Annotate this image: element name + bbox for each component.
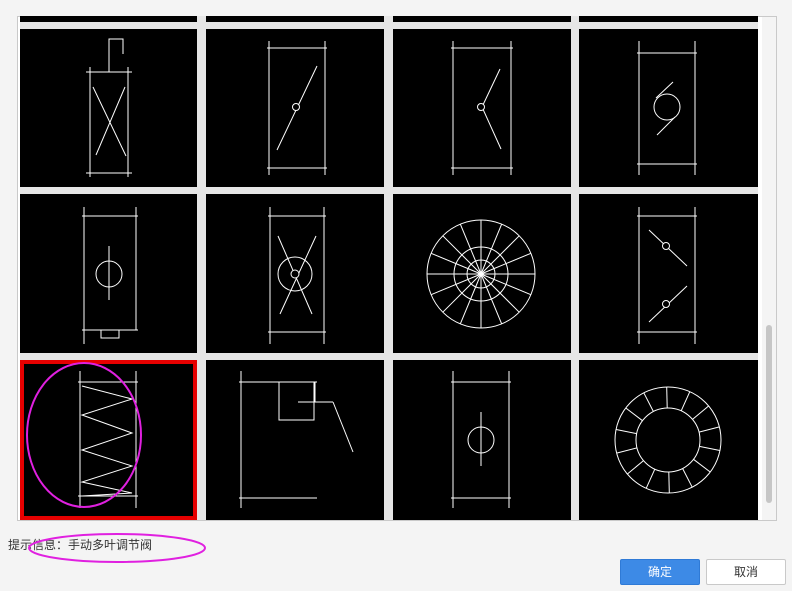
symbol-grid[interactable] bbox=[20, 16, 758, 520]
damper-actuator-x-icon bbox=[86, 38, 132, 177]
ring-blade-line bbox=[668, 471, 670, 494]
symbol-cell[interactable] bbox=[393, 194, 571, 353]
symbol-cell[interactable] bbox=[20, 194, 197, 353]
radial-blade-fan-icon bbox=[426, 219, 536, 329]
symbol-picker-dialog: 提示信息：手动多叶调节阀 确定 取消 bbox=[0, 0, 792, 591]
damper-x-circle-icon bbox=[268, 207, 326, 344]
damper-circle-rotary-icon bbox=[637, 41, 697, 175]
ring-blade-line bbox=[693, 458, 711, 473]
ring-blade-line bbox=[682, 468, 693, 488]
ring-blade-line bbox=[680, 391, 691, 412]
symbol-cell[interactable] bbox=[579, 360, 758, 520]
fan-blade-line bbox=[442, 273, 482, 313]
ring-blade-line bbox=[645, 468, 656, 489]
symbol-cell[interactable] bbox=[206, 16, 384, 22]
symbol-cell[interactable] bbox=[393, 16, 571, 22]
manual-multi-blade-damper-icon bbox=[78, 371, 138, 508]
symbol-cell[interactable] bbox=[393, 360, 571, 520]
hint-label: 提示信息： bbox=[8, 538, 69, 552]
ring-blade-line bbox=[698, 426, 720, 433]
fan-blade-line bbox=[480, 273, 520, 313]
ring-blade-line bbox=[627, 460, 644, 475]
symbol-cell[interactable] bbox=[206, 194, 384, 353]
symbol-cell[interactable] bbox=[206, 29, 384, 187]
ring-blade-line bbox=[625, 407, 643, 422]
hint-info: 提示信息：手动多叶调节阀 bbox=[8, 536, 152, 553]
damper-small-circle-icon bbox=[451, 371, 511, 508]
hint-value: 手动多叶调节阀 bbox=[68, 538, 153, 552]
symbol-cell-selected[interactable] bbox=[20, 360, 197, 520]
damper-circle-pin-icon bbox=[82, 207, 138, 344]
symbol-cell[interactable] bbox=[20, 29, 197, 187]
symbol-cell[interactable] bbox=[579, 16, 758, 22]
symbol-cell[interactable] bbox=[20, 16, 197, 22]
ring-blade-line bbox=[616, 447, 638, 454]
ring-blade-line bbox=[666, 386, 668, 409]
damper-box-lever-icon bbox=[239, 371, 354, 508]
ring-blade-line bbox=[643, 392, 654, 412]
damper-double-check-icon bbox=[637, 207, 697, 344]
ring-blade-fan-icon bbox=[614, 386, 722, 494]
ring-blade-line bbox=[616, 429, 637, 435]
ring-blade-line bbox=[699, 445, 720, 451]
symbol-cell[interactable] bbox=[579, 194, 758, 353]
fan-blade-line bbox=[442, 235, 482, 275]
symbol-cell[interactable] bbox=[579, 29, 758, 187]
confirm-button[interactable]: 确定 bbox=[620, 559, 700, 585]
fan-blade-line bbox=[480, 235, 520, 275]
vertical-scrollbar[interactable] bbox=[762, 17, 776, 520]
ring-blade-line bbox=[692, 405, 709, 420]
symbol-cell[interactable] bbox=[206, 360, 384, 520]
symbol-cell[interactable] bbox=[393, 29, 571, 187]
scrollbar-thumb[interactable] bbox=[766, 325, 772, 503]
cancel-button[interactable]: 取消 bbox=[706, 559, 786, 585]
damper-check-valve-icon bbox=[451, 41, 513, 175]
damper-butterfly-diagonal-icon bbox=[267, 41, 327, 175]
